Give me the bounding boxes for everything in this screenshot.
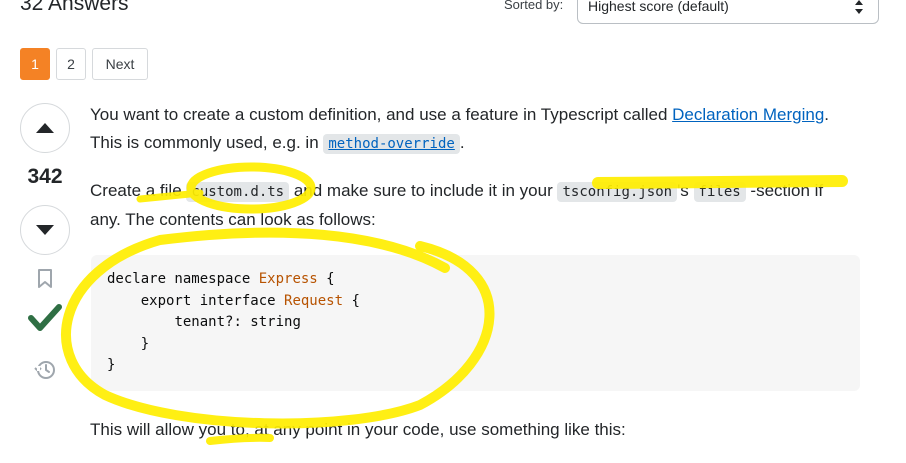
- answer-text: and make sure to include it in your: [289, 181, 558, 200]
- inline-code-tsconfig: tsconfig.json: [557, 182, 678, 202]
- bookmark-button[interactable]: [32, 266, 58, 292]
- sorted-by-label: Sorted by:: [504, 0, 564, 12]
- timeline-button[interactable]: [32, 357, 58, 383]
- bookmark-icon: [38, 269, 52, 288]
- answer-paragraph-2: Create a file custom.d.ts and make sure …: [90, 177, 850, 234]
- arrow-up-icon: [36, 123, 54, 133]
- sort-caret-icon: [855, 0, 863, 14]
- vote-count: 342: [27, 165, 63, 188]
- code-identifier: Express: [258, 271, 318, 287]
- answer-text: Create a file: [90, 181, 187, 200]
- declaration-merging-link[interactable]: Declaration Merging: [672, 105, 824, 124]
- answer-paragraph-3: This will allow you to, at any point in …: [90, 420, 626, 439]
- code-punct: {: [317, 271, 335, 287]
- page-1-button[interactable]: 1: [20, 48, 50, 80]
- page-2-button[interactable]: 2: [56, 48, 86, 80]
- answer-text: 's: [677, 181, 694, 200]
- inline-code-custom-d-ts: custom.d.ts: [186, 182, 290, 202]
- arrow-down-icon: [36, 225, 54, 235]
- code-block-content: declare namespace Express { export inter…: [107, 269, 844, 377]
- accepted-answer: [28, 302, 62, 334]
- answer-paragraph-1: You want to create a custom definition, …: [90, 101, 850, 158]
- code-line: }: [107, 357, 116, 373]
- history-icon: [34, 361, 55, 379]
- code-line: }: [140, 335, 150, 352]
- code-keyword: declare namespace: [107, 271, 251, 287]
- method-override-link[interactable]: method-override: [323, 134, 460, 154]
- code-keyword: export interface: [140, 292, 276, 309]
- inline-code-files: files: [693, 182, 746, 202]
- answer-text: You want to create a custom definition, …: [90, 105, 673, 124]
- code-punct: {: [343, 292, 360, 309]
- check-icon: [28, 304, 62, 331]
- downvote-button[interactable]: [20, 205, 70, 255]
- code-line: tenant?: string: [174, 314, 301, 330]
- sort-select-value: Highest score (default): [588, 0, 729, 14]
- code-block: declare namespace Express { export inter…: [91, 255, 860, 391]
- next-page-button[interactable]: Next: [92, 48, 148, 80]
- answers-count: 32 Answers: [20, 0, 129, 15]
- answer-text: .: [459, 133, 465, 152]
- sort-select[interactable]: Highest score (default): [577, 0, 879, 24]
- upvote-button[interactable]: [20, 103, 70, 153]
- code-identifier: Request: [284, 292, 344, 309]
